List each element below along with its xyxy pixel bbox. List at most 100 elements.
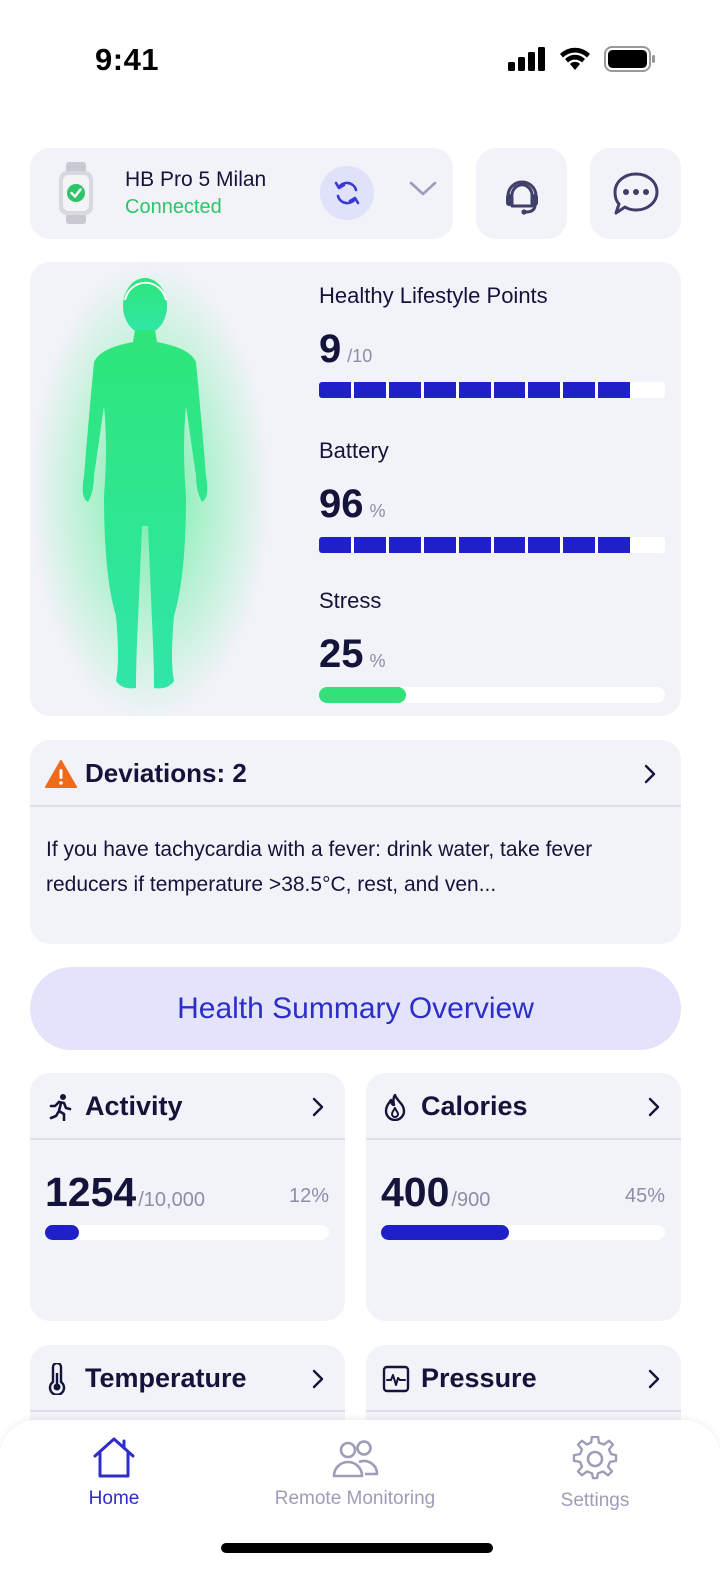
activity-goal: /10,000 xyxy=(138,1189,205,1211)
pressure-title: Pressure xyxy=(421,1363,537,1393)
gear-icon xyxy=(572,1436,618,1480)
chat-button[interactable] xyxy=(590,148,681,239)
cellular-signal-icon xyxy=(508,47,545,71)
flame-icon xyxy=(384,1093,406,1121)
sync-icon xyxy=(334,181,360,205)
health-summary-button[interactable]: Health Summary Overview xyxy=(30,967,681,1050)
warning-icon xyxy=(45,760,77,788)
activity-tile[interactable]: Activity 1254 /10,000 12% xyxy=(30,1073,345,1321)
activity-progress-fill xyxy=(45,1225,80,1240)
stress-bar xyxy=(319,687,665,703)
device-name: HB Pro 5 Milan xyxy=(125,168,267,191)
pulse-monitor-icon xyxy=(382,1365,410,1393)
sync-button[interactable] xyxy=(320,166,374,220)
home-indicator xyxy=(221,1543,493,1553)
stress-bar-fill xyxy=(319,687,406,703)
bar-segment xyxy=(423,537,456,553)
home-icon xyxy=(93,1437,135,1478)
bar-segment xyxy=(319,382,351,398)
temperature-title: Temperature xyxy=(85,1363,247,1393)
chevron-down-icon[interactable] xyxy=(408,178,438,198)
calories-percent: 45% xyxy=(624,1185,665,1207)
bar-segment xyxy=(458,537,491,553)
activity-value: 1254 xyxy=(45,1169,137,1215)
thermometer-icon xyxy=(48,1363,66,1395)
support-button[interactable] xyxy=(476,148,567,239)
calories-goal: /900 xyxy=(451,1189,491,1211)
status-time: 9:41 xyxy=(95,42,160,77)
stress-label: Stress xyxy=(319,588,382,613)
lifestyle-points-value: 9 xyxy=(319,327,342,371)
battery-icon xyxy=(604,46,655,72)
nav-home[interactable]: Home xyxy=(78,1436,150,1510)
stress-value: 25 xyxy=(319,632,364,676)
activity-percent: 12% xyxy=(288,1185,329,1207)
deviations-text: If you have tachycardia with a fever: dr… xyxy=(46,838,593,896)
nav-settings[interactable]: Settings xyxy=(545,1436,645,1512)
deviations-title: Deviations: 2 xyxy=(85,758,247,788)
support-agent-icon xyxy=(505,180,538,215)
status-bar: 9:41 xyxy=(0,0,720,120)
bar-segment xyxy=(353,537,386,553)
calories-value: 400 xyxy=(381,1169,450,1215)
activity-header[interactable]: Activity xyxy=(30,1073,345,1140)
running-icon xyxy=(49,1094,72,1121)
chevron-right-icon xyxy=(648,1097,660,1117)
nav-remote-monitoring[interactable]: Remote Monitoring xyxy=(255,1436,455,1510)
bottom-navigation: Home Remote Monitoring Settings xyxy=(0,1420,720,1588)
deviations-card[interactable]: Deviations: 2 If you have tachycardia wi… xyxy=(30,740,681,944)
calories-progress-bar xyxy=(381,1225,665,1240)
body-silhouette-icon xyxy=(82,278,208,689)
people-icon xyxy=(332,1440,379,1478)
lifestyle-points-bar xyxy=(319,382,665,398)
lifestyle-points-metric: Healthy Lifestyle Points 9 /10 xyxy=(319,283,665,398)
wifi-icon xyxy=(560,47,590,70)
chevron-right-icon xyxy=(312,1369,324,1389)
battery-value: 96 xyxy=(319,482,364,526)
bar-segment xyxy=(388,382,421,398)
bar-segment xyxy=(493,382,526,398)
chevron-right-icon xyxy=(648,1369,660,1389)
lifestyle-points-unit: /10 xyxy=(347,346,373,366)
bar-segment xyxy=(598,537,631,553)
temperature-header[interactable]: Temperature xyxy=(30,1345,345,1412)
bar-segment xyxy=(633,382,665,398)
deviations-header[interactable]: Deviations: 2 xyxy=(30,740,681,807)
bar-segment xyxy=(528,382,561,398)
status-icons xyxy=(508,46,656,72)
stress-metric: Stress 25 % xyxy=(319,588,665,703)
nav-settings-label: Settings xyxy=(560,1490,630,1511)
calories-header[interactable]: Calories xyxy=(366,1073,681,1140)
bar-segment xyxy=(353,382,386,398)
chevron-right-icon xyxy=(312,1097,324,1117)
activity-progress-bar xyxy=(45,1225,329,1240)
connection-status: Connected xyxy=(125,196,222,218)
watch-icon xyxy=(59,162,93,224)
battery-unit: % xyxy=(369,501,386,521)
bar-segment xyxy=(528,537,561,553)
bar-segment xyxy=(563,537,596,553)
bar-segment xyxy=(388,537,421,553)
bar-segment xyxy=(493,537,526,553)
lifestyle-points-label: Healthy Lifestyle Points xyxy=(319,283,548,308)
bar-segment xyxy=(598,382,631,398)
calories-title: Calories xyxy=(421,1091,528,1121)
pressure-header[interactable]: Pressure xyxy=(366,1345,681,1412)
battery-bar xyxy=(319,537,665,553)
battery-label: Battery xyxy=(319,438,389,463)
bar-segment xyxy=(633,537,665,553)
bar-segment xyxy=(563,382,596,398)
bar-segment xyxy=(423,382,456,398)
bar-segment xyxy=(458,382,491,398)
chat-bubble-icon xyxy=(613,172,658,214)
battery-metric: Battery 96 % xyxy=(319,438,665,553)
chevron-right-icon xyxy=(644,764,656,784)
calories-progress-fill xyxy=(381,1225,509,1240)
bar-segment xyxy=(319,537,351,553)
device-card[interactable]: HB Pro 5 Milan Connected xyxy=(30,148,453,239)
stress-unit: % xyxy=(369,651,386,671)
calories-tile[interactable]: Calories 400 /900 45% xyxy=(366,1073,681,1321)
nav-remote-monitoring-label: Remote Monitoring xyxy=(274,1488,436,1509)
activity-title: Activity xyxy=(85,1091,183,1121)
nav-home-label: Home xyxy=(88,1488,140,1509)
